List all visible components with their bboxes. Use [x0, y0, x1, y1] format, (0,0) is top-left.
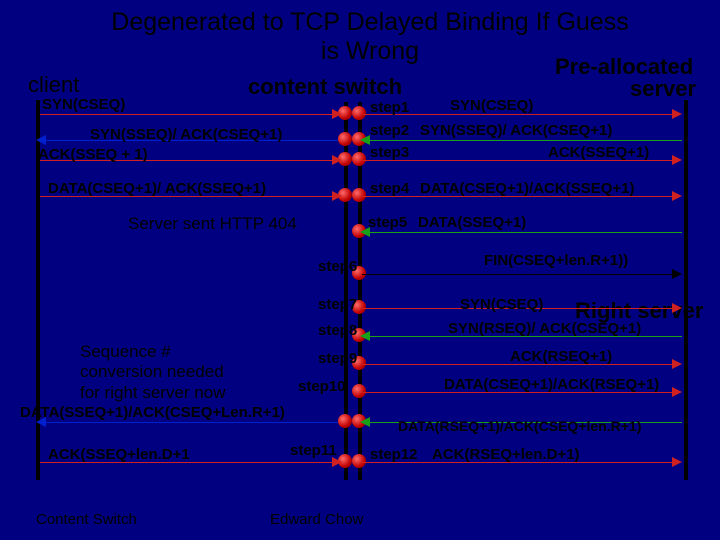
msg-left-data2: DATA(SSEQ+1)/ACK(CSEQ+Len.R+1) [20, 404, 285, 421]
note-seq-line1: Sequence # [80, 342, 171, 361]
switch-dot [352, 188, 366, 202]
switch-dot [352, 384, 366, 398]
switch-dot [338, 132, 352, 146]
switch-dot [352, 454, 366, 468]
arrow-head-icon [360, 135, 370, 145]
step-label: step9 [318, 350, 357, 367]
msg-right-syn2: SYN(CSEQ) [460, 296, 543, 313]
note-404: Server sent HTTP 404 [128, 214, 297, 234]
note-seq-conversion: Sequence # conversion needed for right s… [80, 342, 226, 403]
msg-right-ack: ACK(SSEQ+1) [548, 144, 649, 161]
title-line2: is Wrong [321, 37, 419, 65]
step-label: step1 [370, 99, 409, 116]
step-label: step2 [370, 122, 409, 139]
lifeline-server [684, 100, 688, 480]
msg-right-ack2: ACK(RSEQ+1) [510, 348, 612, 365]
arrow-head-icon [672, 303, 682, 313]
msg-right-data2: DATA(CSEQ+1)/ACK(RSEQ+1) [444, 376, 659, 393]
msg-right-databack: DATA(SSEQ+1) [418, 214, 526, 231]
msg-right-synack2: SYN(RSEQ)/ ACK(CSEQ+1) [448, 320, 641, 337]
arrow-head-icon [360, 417, 370, 427]
msg-left-ack: ACK(SSEQ + 1) [38, 146, 148, 163]
arrow-head-icon [672, 191, 682, 201]
footer-left: Content Switch [36, 511, 137, 528]
arrow [44, 422, 338, 423]
role-content-switch: content switch [248, 74, 402, 100]
step-label: step12 [370, 446, 418, 463]
msg-right-synack: SYN(SSEQ)/ ACK(CSEQ+1) [420, 122, 612, 139]
step-label: step3 [370, 144, 409, 161]
switch-dot [338, 414, 352, 428]
arrow-head-icon [36, 135, 46, 145]
step-label: step6 [318, 258, 357, 275]
arrow-head-icon [672, 269, 682, 279]
switch-dot [352, 106, 366, 120]
note-seq-line3: for right server now [80, 383, 226, 402]
arrow-head-icon [332, 155, 342, 165]
msg-right-databack2: DATA(RSEQ+1)/ACK(CSEQ+len.R+1) [398, 418, 641, 434]
msg-left-synack: SYN(SSEQ)/ ACK(CSEQ+1) [90, 126, 282, 143]
footer-center: Edward Chow [270, 511, 363, 528]
step-label: step5 [368, 214, 407, 231]
msg-right-finack2: ACK(RSEQ+len.D+1) [432, 446, 580, 463]
arrow-head-icon [360, 331, 370, 341]
arrow-head-icon [672, 457, 682, 467]
arrow [368, 232, 682, 233]
arrow-head-icon [332, 109, 342, 119]
arrow-head-icon [672, 359, 682, 369]
msg-right-fin: FIN(CSEQ+len.R+1)) [484, 252, 628, 269]
step-label: step11 [290, 442, 337, 459]
step-label: step4 [370, 180, 409, 197]
arrow [362, 274, 676, 275]
arrow-head-icon [672, 387, 682, 397]
msg-left-finack: ACK(SSEQ+len.D+1 [48, 446, 190, 463]
role-client: client [28, 72, 79, 98]
msg-right-data: DATA(CSEQ+1)/ACK(SSEQ+1) [420, 180, 634, 197]
step-label: step7 [318, 296, 357, 313]
msg-left-syn: SYN(CSEQ) [42, 96, 125, 113]
title-line1: Degenerated to TCP Delayed Binding If Gu… [111, 8, 628, 36]
arrow [40, 114, 336, 115]
step-label: step10 [298, 378, 346, 395]
msg-right-syn: SYN(CSEQ) [450, 97, 533, 114]
note-seq-line2: conversion needed [80, 362, 224, 381]
arrow-head-icon [332, 191, 342, 201]
role-server: server [630, 76, 696, 102]
arrow [368, 140, 682, 141]
arrow-head-icon [672, 155, 682, 165]
msg-left-data: DATA(CSEQ+1)/ ACK(SSEQ+1) [48, 180, 266, 197]
step-label: step8 [318, 322, 357, 339]
arrow-head-icon [672, 109, 682, 119]
switch-dot [352, 152, 366, 166]
